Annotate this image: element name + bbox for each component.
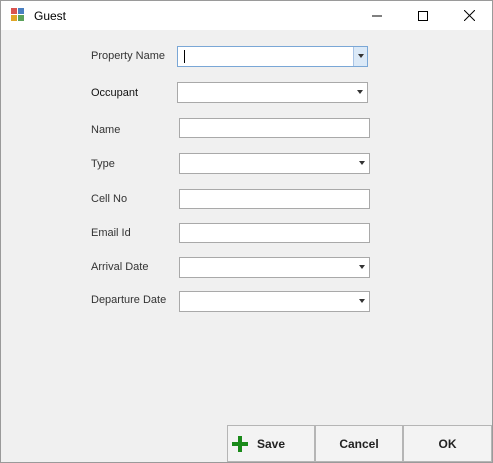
maximize-icon <box>418 10 428 21</box>
guest-window: Guest Property Name Occupant Name Type C… <box>0 0 493 463</box>
property-name-label: Property Name <box>91 50 165 62</box>
window-title: Guest <box>34 9 67 23</box>
text-caret <box>184 50 185 63</box>
chevron-down-icon <box>359 265 365 269</box>
departure-date-label: Departure Date <box>91 294 167 306</box>
chevron-down-icon <box>358 54 364 58</box>
type-label: Type <box>91 158 115 170</box>
cell-no-label: Cell No <box>91 193 128 205</box>
arrival-date-picker[interactable] <box>179 257 370 278</box>
save-button-label: Save <box>256 436 286 451</box>
chevron-down-icon <box>357 90 363 94</box>
type-combo[interactable] <box>179 153 370 174</box>
email-field[interactable] <box>179 223 370 243</box>
close-button[interactable] <box>446 1 492 30</box>
departure-date-picker[interactable] <box>179 291 370 312</box>
arrival-date-label: Arrival Date <box>91 261 149 273</box>
cell-no-field[interactable] <box>179 189 370 209</box>
cancel-button-label: Cancel <box>339 436 379 451</box>
ok-button-label: OK <box>438 436 457 451</box>
chevron-down-icon <box>359 299 365 303</box>
chevron-down-icon <box>359 161 365 165</box>
cancel-button[interactable]: Cancel <box>315 425 403 462</box>
maximize-button[interactable] <box>400 1 446 30</box>
property-name-combo[interactable] <box>177 46 368 67</box>
property-name-dropdown-button[interactable] <box>353 47 367 66</box>
close-icon <box>463 10 475 21</box>
form-app-icon <box>11 8 27 24</box>
name-label: Name <box>91 124 121 136</box>
plus-icon <box>232 436 248 452</box>
title-bar: Guest <box>1 1 492 30</box>
ok-button[interactable]: OK <box>403 425 492 462</box>
name-field[interactable] <box>179 118 370 138</box>
minimize-icon <box>372 15 382 16</box>
save-button[interactable]: Save <box>227 425 315 462</box>
occupant-combo[interactable] <box>177 82 368 103</box>
occupant-label: Occupant <box>91 87 139 99</box>
minimize-button[interactable] <box>354 1 400 30</box>
email-label: Email Id <box>91 227 131 239</box>
